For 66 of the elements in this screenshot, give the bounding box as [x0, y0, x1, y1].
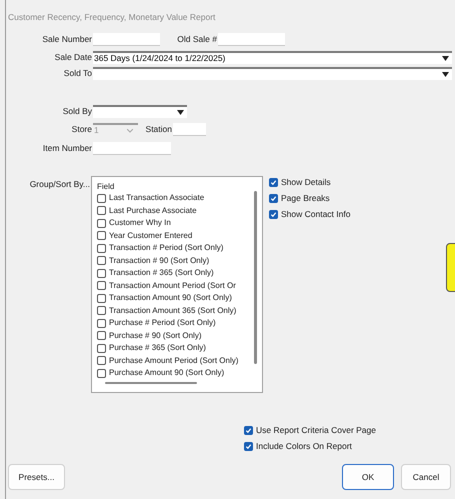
- dropdown-field[interactable]: [93, 105, 187, 118]
- field-label: Old Sale #: [176, 33, 218, 46]
- field-label: Sold By: [62, 105, 93, 118]
- field-label: Sale Date: [54, 51, 93, 64]
- list-item-label[interactable]: Year Customer Entered: [109, 230, 192, 241]
- field-label: Sale Number: [41, 33, 93, 46]
- checkbox[interactable]: [97, 244, 106, 253]
- checkbox[interactable]: [97, 356, 106, 366]
- field-label: Station: [144, 123, 173, 136]
- list-item-label[interactable]: Transaction Amount 365 (Sort Only): [109, 306, 236, 316]
- input-field[interactable]: [173, 123, 206, 136]
- dropdown-field[interactable]: [93, 67, 452, 80]
- list-item-label[interactable]: Transaction # 365 (Sort Only): [109, 268, 214, 278]
- list-item-label[interactable]: Transaction Amount Period (Sort Or: [109, 280, 236, 291]
- button[interactable]: Presets...: [8, 464, 65, 490]
- list-item-label[interactable]: Purchase # Period (Sort Only): [109, 318, 216, 328]
- list-item-label[interactable]: Purchase Amount 90 (Sort Only): [109, 368, 224, 378]
- dropdown-field: 1: [93, 123, 138, 136]
- sticky-tab-drawing: [446, 243, 455, 292]
- checkbox-label[interactable]: Page Breaks: [281, 192, 330, 205]
- input-field[interactable]: [218, 33, 285, 46]
- checkbox[interactable]: [244, 426, 253, 435]
- checkbox[interactable]: [97, 294, 106, 303]
- field-label: Store: [70, 123, 93, 136]
- checkbox[interactable]: [97, 306, 106, 316]
- checkbox[interactable]: [244, 442, 253, 451]
- checkbox[interactable]: [97, 256, 106, 266]
- list-item-label[interactable]: Purchase # 365 (Sort Only): [109, 343, 206, 354]
- checkbox[interactable]: [269, 194, 278, 203]
- checkbox-label[interactable]: Use Report Criteria Cover Page: [256, 424, 376, 437]
- checkbox-label[interactable]: Show Contact Info: [281, 208, 350, 221]
- checkbox[interactable]: [97, 231, 106, 240]
- input-field[interactable]: [93, 142, 171, 155]
- checkbox[interactable]: [97, 268, 106, 278]
- list-item-label[interactable]: Last Purchase Associate: [109, 206, 197, 216]
- checkbox[interactable]: [97, 194, 106, 203]
- window-title: Customer Recency, Frequency, Monetary Value Report: [8, 11, 216, 23]
- checkbox-label[interactable]: Show Details: [281, 176, 331, 189]
- checkbox[interactable]: [97, 206, 106, 216]
- checkbox[interactable]: [97, 344, 106, 353]
- column-header: Field: [97, 181, 114, 192]
- button[interactable]: Cancel: [401, 464, 451, 490]
- list-item-label[interactable]: Purchase Amount Period (Sort Only): [109, 356, 238, 366]
- list-item-label[interactable]: Last Transaction Associate: [109, 193, 204, 204]
- field-label: Group/Sort By...: [28, 178, 91, 191]
- field-label: Item Number: [42, 142, 93, 155]
- list-item-label[interactable]: Transaction Amount 90 (Sort Only): [109, 293, 232, 304]
- list-item-label[interactable]: Transaction # Period (Sort Only): [109, 243, 224, 254]
- checkbox[interactable]: [97, 318, 106, 328]
- checkbox[interactable]: [97, 218, 106, 228]
- checkbox[interactable]: [97, 368, 106, 378]
- checkbox[interactable]: [97, 281, 106, 290]
- button[interactable]: OK: [342, 464, 394, 490]
- list-item-label[interactable]: Transaction # 90 (Sort Only): [109, 256, 210, 266]
- input-field[interactable]: [93, 33, 160, 46]
- checkbox[interactable]: [269, 178, 278, 187]
- field-label: Sold To: [62, 67, 93, 80]
- scrollbar-thumb[interactable]: [105, 382, 197, 384]
- list-item-label[interactable]: Purchase # 90 (Sort Only): [109, 330, 202, 341]
- list-item-label[interactable]: Customer Why In: [109, 218, 171, 228]
- checkbox[interactable]: [269, 210, 278, 219]
- scrollbar-thumb[interactable]: [254, 191, 257, 364]
- checkbox-label[interactable]: Include Colors On Report: [256, 440, 352, 453]
- dropdown-arrow-icon[interactable]: [175, 110, 185, 116]
- dropdown-field[interactable]: 365 Days (1/24/2024 to 1/22/2025): [93, 51, 452, 64]
- checkbox[interactable]: [97, 331, 106, 340]
